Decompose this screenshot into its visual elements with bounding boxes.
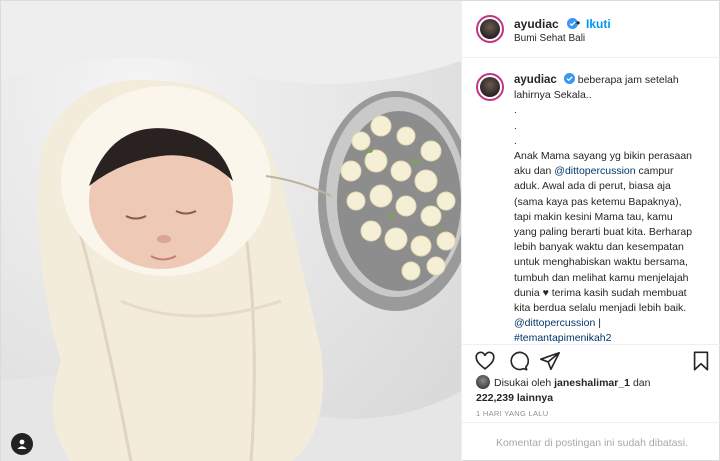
caption-line: | [595,317,601,330]
instagram-post: ayudiac • Ikuti Bumi Sehat Bali ayudiac … [0,0,720,461]
likes-prefix: Disukai oleh [494,377,552,389]
caption-line: yang paling berarti buat kita. Berharap [514,226,693,239]
caption-line: Anak Mama sayang yg bikin perasaan [514,150,693,163]
liker-avatar [476,375,490,389]
caption-line: untuk menghabiskan waktu bersama, [514,256,688,269]
liker-username[interactable]: janeshalimar_1 [554,377,630,389]
caption-line: lebih banyak waktu dan kesempatan [514,241,684,254]
likes-summary: Disukai oleh janeshalimar_1 dan 222,239 … [476,375,716,406]
verified-badge-icon [563,73,575,84]
caption-line: kita berdua selalu menjadi lebih baik. [514,302,687,315]
caption-avatar[interactable] [476,73,504,101]
caption-text: ayudiac beberapa jam setelah lahirnya Se… [514,73,714,344]
caption-line: campur [635,165,674,178]
location-link[interactable]: Bumi Sehat Bali [514,33,585,44]
post-photo[interactable] [1,1,461,461]
post-sidebar: ayudiac • Ikuti Bumi Sehat Bali ayudiac … [461,1,720,461]
caption-line: tapi makin kesini Mama tau, kamu [514,210,673,223]
mention-link[interactable]: @dittopercussion [514,317,595,329]
caption-line: . [514,134,517,147]
header-username[interactable]: ayudiac [514,17,559,31]
caption-line: . [514,104,517,117]
post-timestamp[interactable]: 1 HARI YANG LALU [476,409,548,418]
avatar[interactable] [476,15,504,43]
heart-icon[interactable] [474,350,496,372]
user-tag-icon[interactable] [11,433,33,455]
hashtag-link[interactable]: #temantapimenikah2 [514,331,714,344]
mention-link[interactable]: @dittopercussion [554,165,635,177]
action-bar [462,344,720,374]
caption-line: aduk. Awal ada di perut, biasa aja [514,180,671,193]
caption-line: aku dan [514,165,555,178]
bookmark-icon[interactable] [690,350,712,372]
comment-restricted-notice: Komentar di postingan ini sudah dibatasi… [462,422,720,461]
caption-username[interactable]: ayudiac [514,74,557,86]
caption-line: (sama kaya pas ketemu Bapaknya), [514,195,682,208]
share-icon[interactable] [539,350,561,372]
caption-line: . [514,119,517,132]
photo-illustration [1,1,461,461]
caption-line: tumbuh dan melihat kamu menjelajah [514,271,689,284]
separator: • [576,16,581,30]
likes-conj: dan [632,377,651,389]
caption-area: ayudiac beberapa jam setelah lahirnya Se… [462,59,720,344]
comment-icon[interactable] [507,350,529,372]
caption-line: lahirnya Sekala.. [514,89,592,102]
follow-button[interactable]: Ikuti [586,17,611,31]
post-header: ayudiac • Ikuti Bumi Sehat Bali [462,1,720,58]
caption-line: dunia ♥ terima kasih sudah membuat [514,286,687,299]
likes-count[interactable]: 222,239 lainnya [476,392,553,404]
caption-line: beberapa jam setelah [577,74,679,86]
